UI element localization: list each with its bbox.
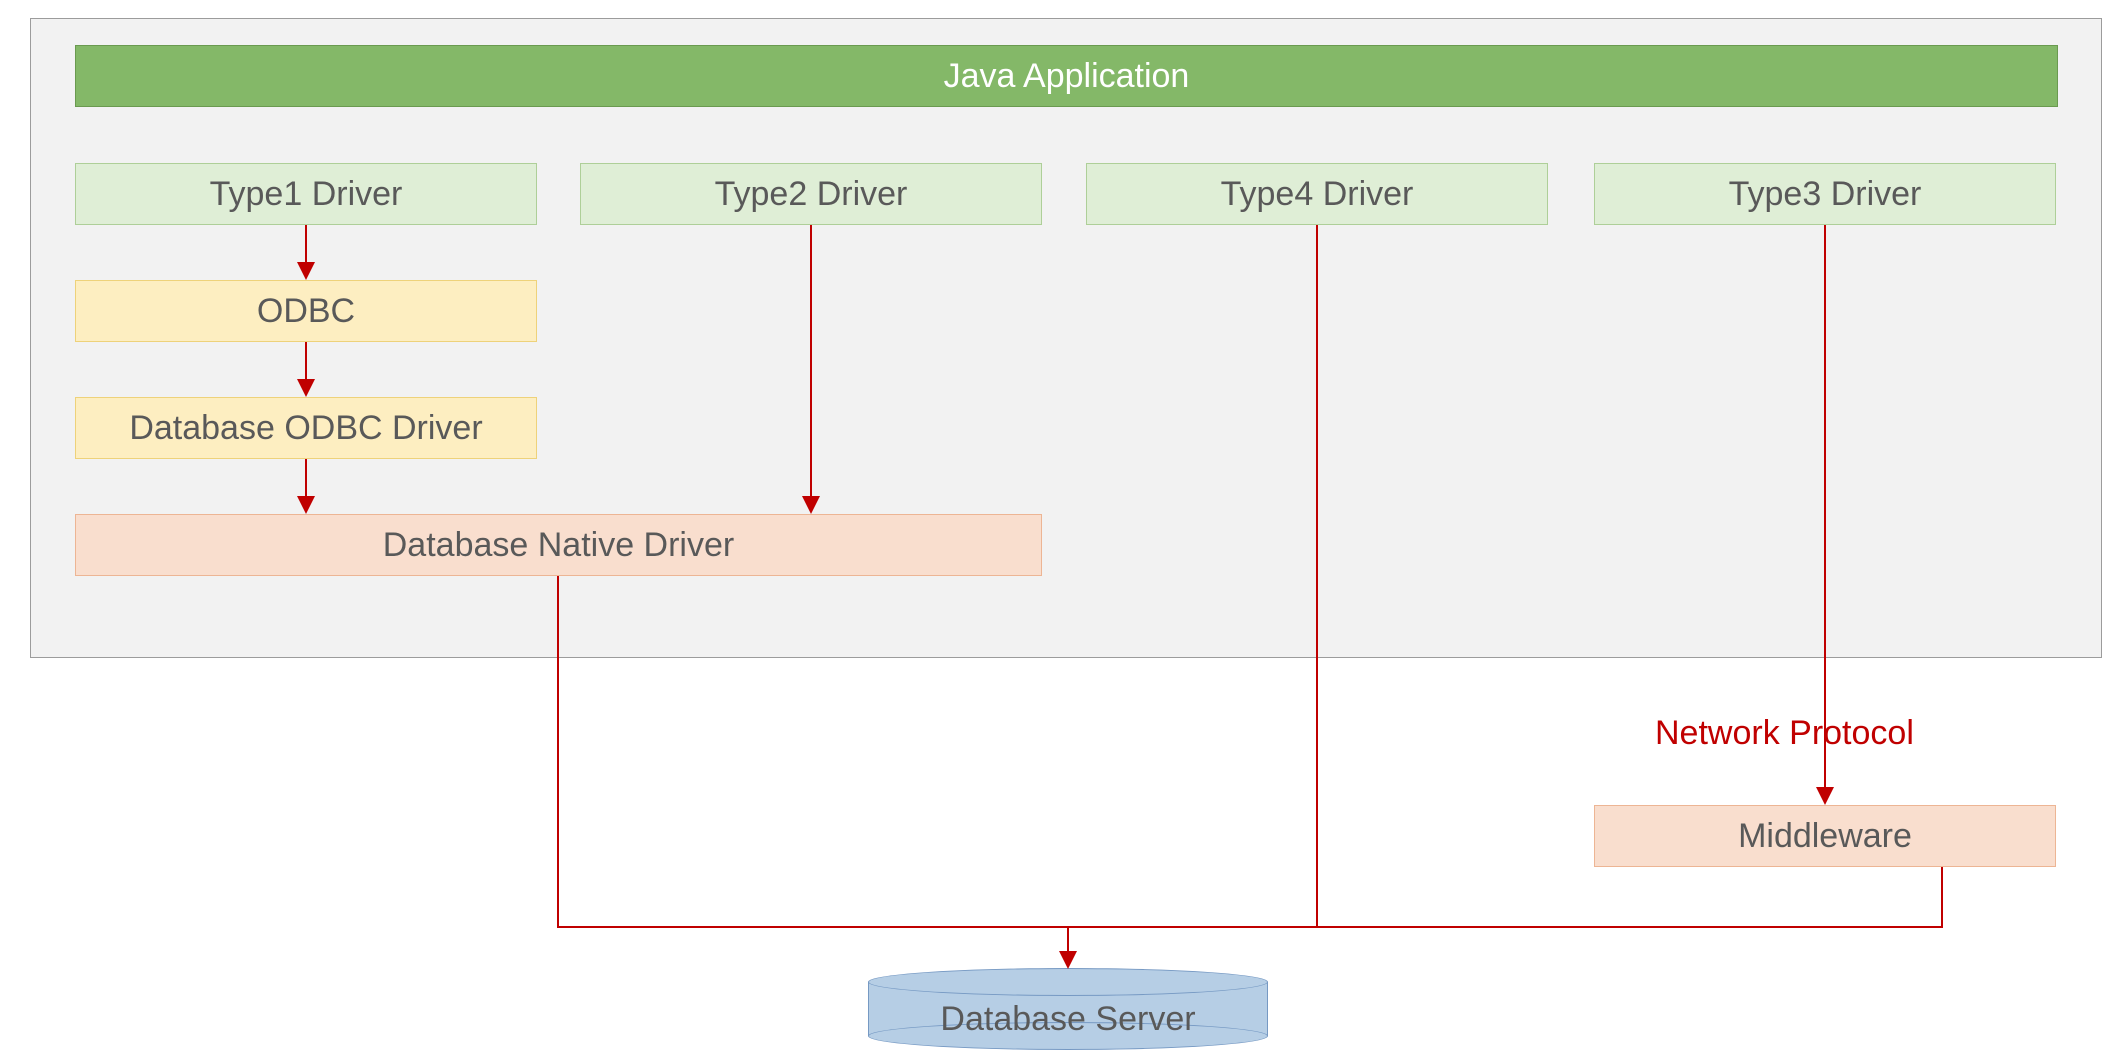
odbc-driver-label: Database ODBC Driver: [129, 409, 482, 448]
database-server-cylinder: Database Server: [868, 968, 1268, 1050]
odbc-label: ODBC: [257, 292, 355, 331]
middleware-box: Middleware: [1594, 805, 2056, 867]
type1-label: Type1 Driver: [210, 175, 403, 214]
middleware-label: Middleware: [1738, 817, 1912, 856]
java-application-header: Java Application: [75, 45, 2058, 107]
native-driver-label: Database Native Driver: [383, 526, 734, 565]
java-application-label: Java Application: [944, 57, 1190, 96]
type2-label: Type2 Driver: [715, 175, 908, 214]
diagram-canvas: Java Application Type1 Driver Type2 Driv…: [0, 0, 2128, 1057]
database-server-label: Database Server: [940, 1000, 1195, 1038]
odbc-driver-box: Database ODBC Driver: [75, 397, 537, 459]
native-driver-box: Database Native Driver: [75, 514, 1042, 576]
type1-driver-box: Type1 Driver: [75, 163, 537, 225]
odbc-box: ODBC: [75, 280, 537, 342]
type4-label: Type4 Driver: [1221, 175, 1414, 214]
network-protocol-label: Network Protocol: [1655, 714, 1914, 753]
type4-driver-box: Type4 Driver: [1086, 163, 1548, 225]
type3-label: Type3 Driver: [1729, 175, 1922, 214]
path-middleware-to-bus: [1068, 867, 1942, 927]
type3-driver-box: Type3 Driver: [1594, 163, 2056, 225]
type2-driver-box: Type2 Driver: [580, 163, 1042, 225]
